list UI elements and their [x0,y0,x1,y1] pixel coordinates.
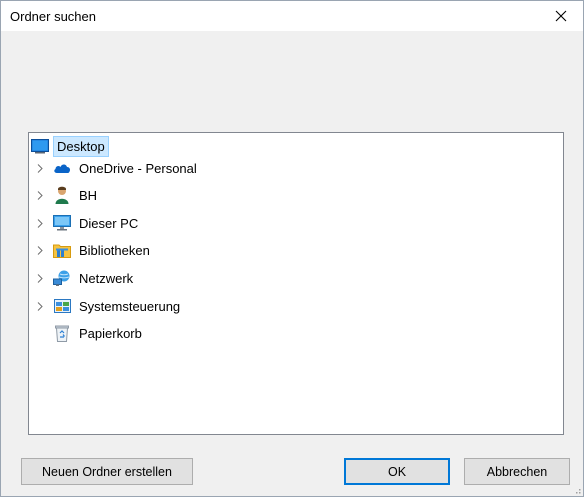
onedrive-cloud-icon [52,158,72,178]
tree-item-recycle-bin[interactable]: Papierkorb [46,322,145,344]
tree-item-label: Systemsteuerung [79,298,181,314]
tree-item-label: BH [79,187,98,203]
tree-item-label: Papierkorb [79,325,142,341]
tree-item-label: Bibliotheken [79,242,150,258]
chevron-right-icon[interactable] [34,212,46,234]
desktop-icon [30,136,50,156]
resize-grip-icon[interactable] [571,484,581,494]
close-button[interactable] [539,1,583,31]
tree-item-label: OneDrive - Personal [79,160,197,176]
tree-item-label: Desktop [53,135,109,157]
close-icon [555,10,567,22]
chevron-right-icon[interactable] [34,184,46,206]
ok-button[interactable]: OK [344,458,450,485]
tree-item-desktop[interactable]: Desktop [29,135,109,157]
tree-item-libraries[interactable]: Bibliotheken [29,239,153,261]
chevron-right-icon[interactable] [34,239,46,261]
folder-tree[interactable]: Desktop OneDrive - Personal BH Dieser PC… [28,132,564,435]
folder-browse-dialog: Ordner suchen Desktop OneDrive - Persona… [0,0,584,497]
tree-item-onedrive[interactable]: OneDrive - Personal [29,157,200,179]
cancel-button[interactable]: Abbrechen [464,458,570,485]
recycle-bin-icon [52,323,72,343]
chevron-right-icon[interactable] [34,267,46,289]
tree-item-this-pc[interactable]: Dieser PC [29,212,141,234]
new-folder-button[interactable]: Neuen Ordner erstellen [21,458,193,485]
chevron-right-icon[interactable] [34,157,46,179]
chevron-right-icon[interactable] [34,295,46,317]
user-icon [52,185,72,205]
tree-item-control-panel[interactable]: Systemsteuerung [29,295,183,317]
monitor-icon [52,213,72,233]
tree-item-network[interactable]: Netzwerk [29,267,136,289]
tree-item-user[interactable]: BH [29,184,100,206]
library-folder-icon [52,240,72,260]
tree-item-label: Dieser PC [79,215,139,231]
tree-item-label: Netzwerk [79,270,134,286]
dialog-title: Ordner suchen [10,9,96,24]
title-bar[interactable]: Ordner suchen [1,1,583,31]
control-panel-icon [52,296,72,316]
network-icon [52,268,72,288]
